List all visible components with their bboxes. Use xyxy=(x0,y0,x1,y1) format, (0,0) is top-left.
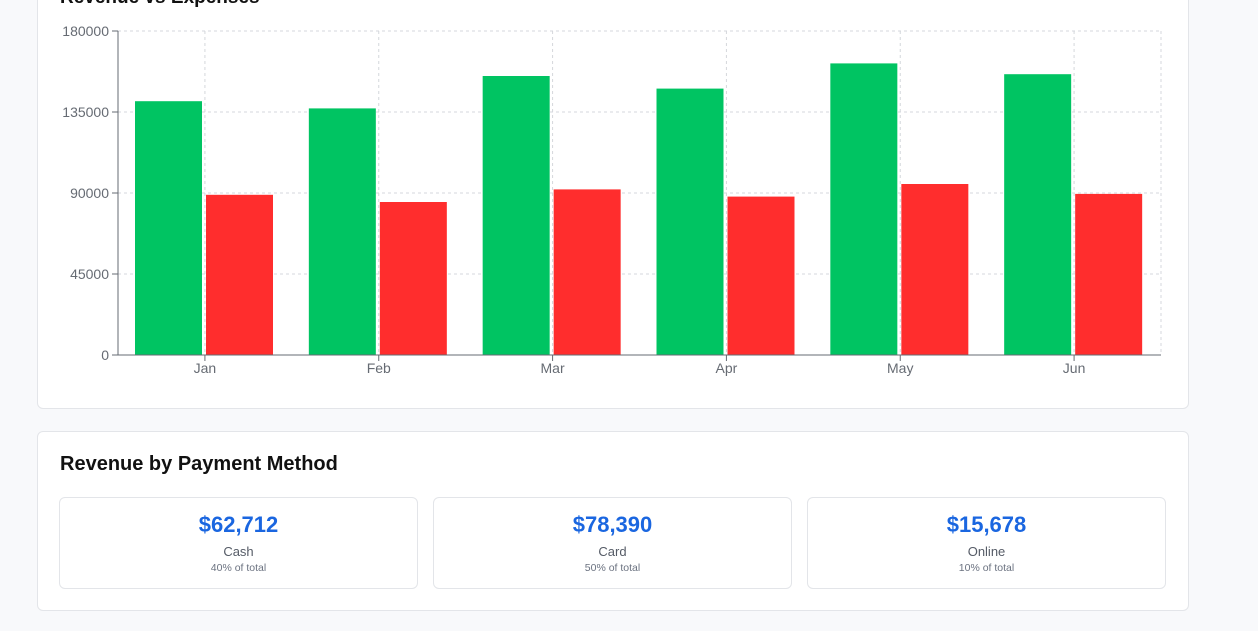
bar-series-1-jun xyxy=(1004,74,1072,355)
payment-section-title: Revenue by Payment Method xyxy=(60,453,338,475)
x-tick-label: Jan xyxy=(194,360,217,376)
revenue-expenses-card: Revenue vs Expenses 04500090000135000180… xyxy=(37,0,1189,409)
bar-series-1-apr xyxy=(656,88,724,355)
bar-series-2-feb xyxy=(379,202,447,355)
card-amount: $78,390 xyxy=(572,512,653,537)
bar-series-2-mar xyxy=(553,189,621,355)
y-tick-label: 90000 xyxy=(70,185,109,201)
x-tick-label: Apr xyxy=(716,360,738,376)
bar-series-1-feb xyxy=(308,108,376,356)
payment-method-online: $15,678 Online 10% of total xyxy=(807,497,1166,589)
bar-series-2-jun xyxy=(1075,193,1143,355)
x-tick-label: Feb xyxy=(367,360,391,376)
online-share: 10% of total xyxy=(958,562,1015,574)
payment-method-card: Revenue by Payment Method $62,712 Cash 4… xyxy=(37,431,1189,611)
card-share: 50% of total xyxy=(584,562,641,574)
bar-series-1-mar xyxy=(482,76,550,355)
x-tick-label: May xyxy=(887,360,913,376)
cash-share: 40% of total xyxy=(210,562,267,574)
y-tick-label: 135000 xyxy=(62,104,109,120)
bar-series-1-may xyxy=(830,63,898,356)
online-amount: $15,678 xyxy=(946,512,1027,537)
y-tick-label: 180000 xyxy=(62,23,109,39)
cash-label: Cash xyxy=(223,544,254,559)
cash-amount: $62,712 xyxy=(198,512,279,537)
bar-series-2-apr xyxy=(727,196,795,355)
bar-series-1-jan xyxy=(135,101,202,355)
y-tick-label: 0 xyxy=(101,347,109,363)
bar-series-2-may xyxy=(901,184,969,355)
x-tick-label: Jun xyxy=(1063,360,1086,376)
online-label: Online xyxy=(967,544,1006,559)
bar-series-2-jan xyxy=(206,194,273,355)
card-label: Card xyxy=(598,544,627,559)
revenue-expenses-chart: 0 45000 90000 135000 180000 Jan Feb Mar Apr May Ju… xyxy=(62,23,1162,376)
x-tick-label: Mar xyxy=(541,360,565,376)
payment-method-cash: $62,712 Cash 40% of total xyxy=(59,497,418,589)
payment-method-card-payments: $78,390 Card 50% of total xyxy=(433,497,792,589)
y-tick-label: 45000 xyxy=(70,266,109,282)
